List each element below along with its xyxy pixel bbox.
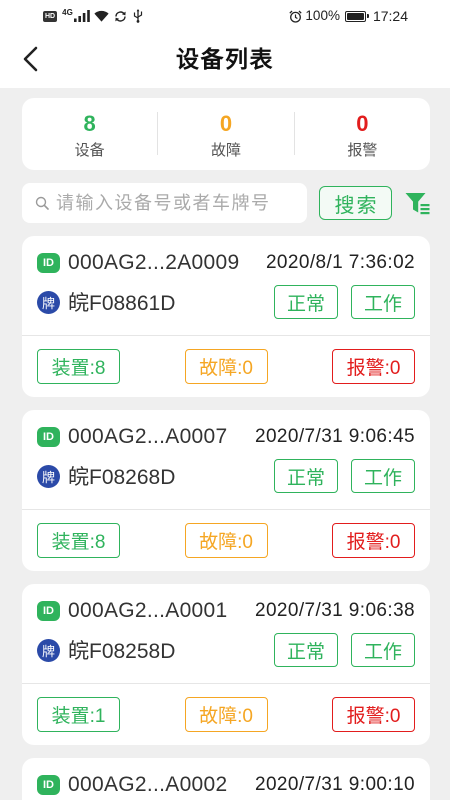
status-bar-right: 100% 17:24 (289, 8, 408, 24)
device-count-value: 8 (83, 111, 96, 136)
device-counters: 装置:8 故障:0 报警:0 (22, 510, 430, 571)
work-state-tag: 工作 (351, 285, 415, 319)
battery-icon (344, 10, 369, 22)
signal-icon (73, 10, 90, 22)
device-counters: 装置:8 故障:0 报警:0 (22, 336, 430, 397)
sync-icon (115, 10, 126, 22)
status-tag: 正常 (274, 633, 338, 667)
fault-count-value: 0 (219, 111, 233, 136)
device-card[interactable]: ID 000AG2...A0001 2020/7/31 9:06:38 牌 皖F… (22, 584, 430, 745)
plate-badge-icon: 牌 (37, 290, 60, 314)
fault-count-label: 故障 (210, 142, 241, 159)
id-badge-icon: ID (37, 775, 60, 795)
device-card[interactable]: ID 000AG2...A0007 2020/7/31 9:06:45 牌 皖F… (22, 410, 430, 571)
work-state-tag: 工作 (351, 633, 415, 667)
device-timestamp: 2020/7/31 9:06:45 (255, 426, 415, 447)
alarms-count-button[interactable]: 报警:0 (332, 697, 415, 732)
search-row: 搜索 (22, 183, 430, 223)
status-tag: 正常 (274, 285, 338, 319)
plate-badge-icon: 牌 (37, 464, 60, 488)
alarm-count-label: 报警 (347, 142, 378, 159)
search-icon (35, 196, 49, 210)
plate-number: 皖F08268D (68, 466, 176, 489)
usb-icon (133, 9, 142, 23)
wifi-icon (94, 10, 109, 22)
id-badge-label: ID (43, 779, 54, 791)
device-timestamp: 2020/7/31 9:06:38 (255, 600, 415, 621)
plate-row: 牌 皖F08268D 正常 工作 (37, 458, 415, 494)
status-tag: 正常 (274, 459, 338, 493)
status-time: 17:24 (372, 8, 408, 24)
work-state-tag: 工作 (351, 459, 415, 493)
plate-number: 皖F08861D (68, 292, 176, 315)
status-bar: HD 4G 100% 17:24 (0, 0, 450, 30)
faults-count-button[interactable]: 故障:0 (184, 349, 268, 384)
plate-row: 牌 皖F08258D 正常 工作 (37, 632, 415, 668)
plate-row: 牌 皖F08861D 正常 工作 (37, 284, 415, 320)
device-timestamp: 2020/8/1 7:36:02 (265, 252, 415, 273)
device-id: 000AG2...A0007 (68, 425, 228, 448)
battery-level-fill (346, 12, 364, 20)
id-badge-icon: ID (37, 427, 60, 447)
battery-percentage: 100% (305, 8, 340, 23)
plate-badge-icon: 牌 (37, 638, 60, 662)
units-count-button[interactable]: 装置:8 (37, 523, 120, 558)
id-badge-label: ID (43, 431, 54, 443)
device-count-label: 设备 (74, 142, 105, 159)
device-card-info: ID 000AG2...2A0009 2020/8/1 7:36:02 牌 皖F… (22, 236, 430, 336)
id-badge-label: ID (43, 257, 54, 269)
network-type-label: 4G (62, 8, 73, 17)
summary-alarms: 0 报警 (295, 98, 430, 170)
device-card-info: ID 000AG2...A0002 2020/7/31 9:00:10 (22, 758, 430, 800)
plate-number: 皖F08258D (68, 640, 176, 663)
hd-icon: HD (43, 10, 58, 22)
device-id-row: ID 000AG2...A0007 2020/7/31 9:06:45 (37, 422, 415, 452)
device-id-row: ID 000AG2...2A0009 2020/8/1 7:36:02 (37, 248, 415, 278)
back-button[interactable] (22, 46, 38, 72)
main-content: 8 设备 0 故障 0 报警 搜索 (0, 88, 450, 800)
summary-faults: 0 故障 (158, 98, 293, 170)
alarm-icon (289, 10, 303, 23)
id-badge-icon: ID (37, 601, 60, 621)
page-title: 设备列表 (176, 46, 274, 72)
id-badge-label: ID (43, 605, 54, 617)
units-count-button[interactable]: 装置:8 (37, 349, 120, 384)
alarms-count-button[interactable]: 报警:0 (332, 349, 415, 384)
device-timestamp: 2020/7/31 9:00:10 (255, 774, 415, 795)
status-bar-left: HD 4G (43, 8, 143, 24)
device-counters: 装置:1 故障:0 报警:0 (22, 684, 430, 745)
plate-badge-label: 牌 (41, 295, 55, 311)
faults-count-button[interactable]: 故障:0 (184, 523, 268, 558)
search-input[interactable] (56, 188, 301, 218)
summary-devices: 8 设备 (22, 98, 157, 170)
plate-badge-label: 牌 (41, 469, 55, 485)
device-id: 000AG2...2A0009 (68, 251, 240, 274)
device-list-screen: HD 4G 100% 17:24 设备列表 8 设备 0 故障 0 报警 请输入… (0, 0, 450, 800)
device-id-row: ID 000AG2...A0001 2020/7/31 9:06:38 (37, 596, 415, 626)
device-card-info: ID 000AG2...A0007 2020/7/31 9:06:45 牌 皖F… (22, 410, 430, 510)
search-button[interactable]: 搜索 (319, 186, 392, 220)
device-card[interactable]: ID 000AG2...A0002 2020/7/31 9:00:10 (22, 758, 430, 800)
alarms-count-button[interactable]: 报警:0 (332, 523, 415, 558)
device-id: 000AG2...A0001 (68, 599, 228, 622)
device-id-row: ID 000AG2...A0002 2020/7/31 9:00:10 (37, 770, 415, 800)
device-card[interactable]: ID 000AG2...2A0009 2020/8/1 7:36:02 牌 皖F… (22, 236, 430, 397)
plate-badge-label: 牌 (41, 643, 55, 659)
app-header: 设备列表 (0, 30, 450, 88)
units-count-button[interactable]: 装置:1 (37, 697, 120, 732)
filter-icon[interactable] (405, 190, 430, 216)
device-id: 000AG2...A0002 (68, 773, 228, 796)
search-box[interactable] (22, 183, 307, 223)
device-card-info: ID 000AG2...A0001 2020/7/31 9:06:38 牌 皖F… (22, 584, 430, 684)
alarm-count-value: 0 (356, 111, 369, 136)
summary-card: 8 设备 0 故障 0 报警 (22, 98, 430, 170)
id-badge-icon: ID (37, 253, 60, 273)
chevron-left-icon (23, 46, 38, 72)
faults-count-button[interactable]: 故障:0 (184, 697, 268, 732)
